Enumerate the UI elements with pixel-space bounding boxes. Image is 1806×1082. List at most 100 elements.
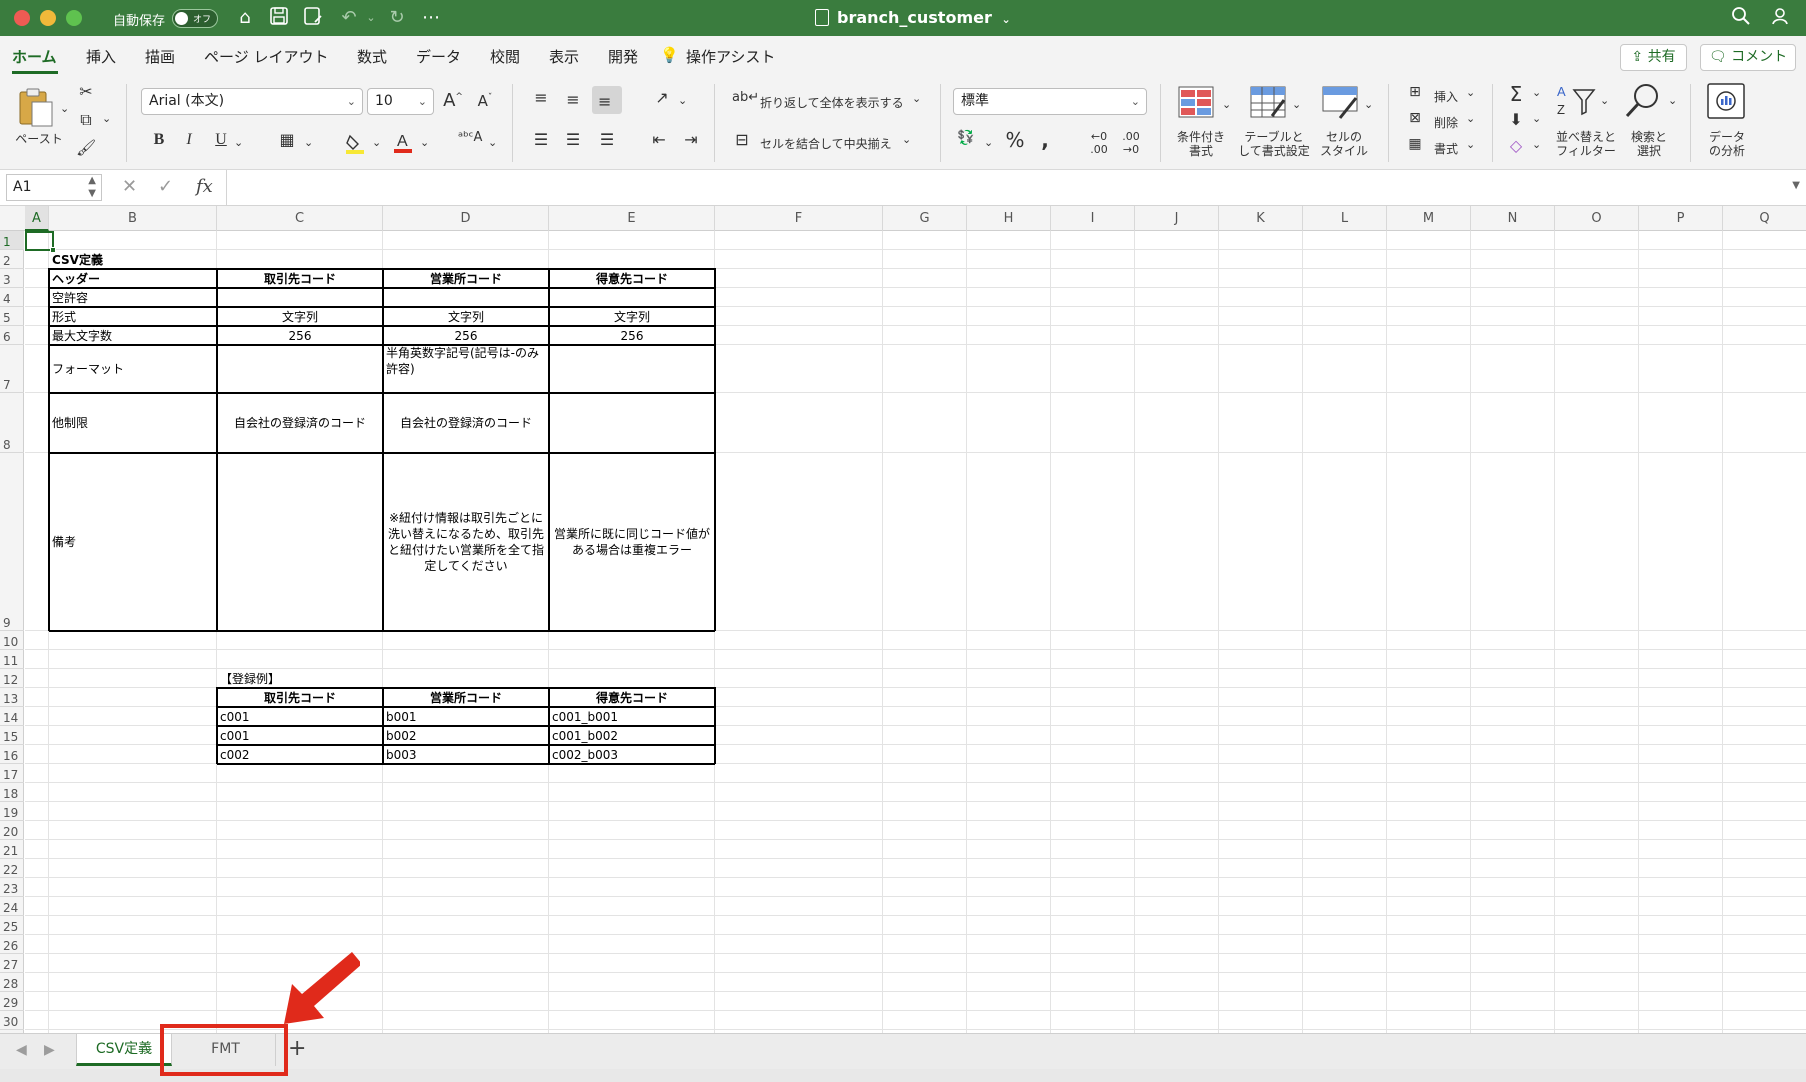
chevron-down-icon[interactable]: ⌄ bbox=[912, 92, 921, 105]
find-select-icon[interactable] bbox=[1624, 82, 1664, 120]
tab-formulas[interactable]: 数式 bbox=[357, 46, 387, 67]
close-window-button[interactable] bbox=[14, 10, 30, 26]
def-table-cell[interactable]: 文字列 bbox=[552, 307, 712, 326]
row-header-6[interactable]: 6 bbox=[0, 326, 24, 345]
stepper-icon[interactable]: ▲ ▼ bbox=[88, 174, 96, 200]
redo-icon[interactable]: ↻ bbox=[384, 6, 410, 30]
italic-button[interactable]: I bbox=[180, 131, 198, 149]
row-header-14[interactable]: 14 bbox=[0, 707, 24, 726]
sort-filter-icon[interactable]: AZ bbox=[1556, 82, 1596, 118]
row-header-20[interactable]: 20 bbox=[0, 821, 24, 840]
def-table-row-label[interactable]: 最大文字数 bbox=[52, 326, 214, 345]
example-table-cell[interactable]: c002_b003 bbox=[552, 745, 712, 764]
align-left-icon[interactable]: ☰ bbox=[530, 130, 552, 149]
def-table-row-label[interactable]: 備考 bbox=[52, 453, 214, 631]
chevron-down-icon[interactable]: ⌄ bbox=[1364, 98, 1373, 111]
def-table-row-label[interactable]: 空許容 bbox=[52, 288, 214, 307]
cell-styles-icon[interactable] bbox=[1322, 86, 1360, 120]
row-header-13[interactable]: 13 bbox=[0, 688, 24, 707]
font-color-icon[interactable]: A bbox=[392, 130, 414, 154]
def-table-header[interactable]: 営業所コード bbox=[386, 269, 546, 288]
chevron-down-icon[interactable]: ⌄ bbox=[60, 102, 69, 115]
chevron-down-icon[interactable]: ⌄ bbox=[1668, 94, 1677, 107]
row-header-8[interactable]: 8 bbox=[0, 393, 24, 453]
align-bottom-button[interactable]: ≡ bbox=[592, 86, 622, 114]
tab-review[interactable]: 校閲 bbox=[490, 46, 520, 67]
column-header-h[interactable]: H bbox=[967, 206, 1051, 231]
sheet-tab-csv-definition[interactable]: CSV定義 bbox=[76, 1034, 172, 1066]
example-table-cell[interactable]: c001 bbox=[220, 707, 380, 726]
fill-color-icon[interactable] bbox=[344, 132, 366, 154]
delete-cells-icon[interactable]: ⊠ bbox=[1404, 110, 1426, 126]
column-header-j[interactable]: J bbox=[1135, 206, 1219, 231]
def-table-header[interactable]: 取引先コード bbox=[220, 269, 380, 288]
chevron-down-icon[interactable]: ⌄ bbox=[488, 136, 497, 149]
column-header-i[interactable]: I bbox=[1051, 206, 1135, 231]
def-table-cell[interactable]: 256 bbox=[220, 326, 380, 345]
row-header-17[interactable]: 17 bbox=[0, 764, 24, 783]
phonetic-guide-icon[interactable]: ᵃᵇᶜA bbox=[458, 130, 482, 145]
csv-definition-title[interactable]: CSV定義 bbox=[52, 250, 214, 269]
merge-center-icon[interactable]: ⊟ bbox=[732, 130, 752, 149]
tab-page-layout[interactable]: ページ レイアウト bbox=[204, 46, 328, 67]
autosave-toggle[interactable]: オフ bbox=[172, 9, 218, 28]
chevron-down-icon[interactable]: ⌄ bbox=[1466, 86, 1475, 99]
increase-indent-icon[interactable]: ⇥ bbox=[680, 130, 702, 149]
def-table-row-label[interactable]: 他制限 bbox=[52, 393, 214, 453]
comment-button[interactable]: 🗨 コメント bbox=[1700, 44, 1796, 71]
example-title[interactable]: 【登録例】 bbox=[220, 669, 380, 688]
wrap-text-button[interactable]: 折り返して全体を表示する bbox=[760, 94, 904, 111]
row-header-18[interactable]: 18 bbox=[0, 783, 24, 802]
align-center-icon[interactable]: ☰ bbox=[562, 130, 584, 149]
add-sheet-button[interactable]: + bbox=[288, 1036, 306, 1061]
column-header-d[interactable]: D bbox=[383, 206, 549, 231]
save-as-icon[interactable] bbox=[300, 6, 326, 30]
account-icon[interactable] bbox=[1768, 6, 1794, 30]
orientation-icon[interactable]: ↗ bbox=[650, 88, 674, 107]
tab-home[interactable]: ホーム bbox=[12, 46, 57, 67]
chevron-down-icon[interactable]: ⌄ bbox=[1532, 138, 1541, 151]
example-table-cell[interactable]: b003 bbox=[386, 745, 546, 764]
tab-data[interactable]: データ bbox=[416, 46, 461, 67]
example-table-cell[interactable]: c001_b002 bbox=[552, 726, 712, 745]
chevron-down-icon[interactable]: ⌄ bbox=[1532, 86, 1541, 99]
format-cells-icon[interactable]: ▦ bbox=[1404, 136, 1426, 152]
def-table-cell[interactable]: 自会社の登録済のコード bbox=[386, 393, 546, 453]
tab-developer[interactable]: 開発 bbox=[608, 46, 638, 67]
chevron-down-icon[interactable]: ⌄ bbox=[102, 112, 111, 125]
tab-tell-me[interactable]: 操作アシスト bbox=[686, 46, 775, 67]
comma-style-icon[interactable]: , bbox=[1038, 128, 1052, 152]
increase-decimal-icon[interactable]: ←0.00 bbox=[1086, 130, 1112, 156]
chevron-down-icon[interactable]: ⌄ bbox=[984, 136, 993, 149]
chevron-down-icon[interactable]: ⌄ bbox=[234, 136, 243, 149]
row-header-21[interactable]: 21 bbox=[0, 840, 24, 859]
clear-icon[interactable]: ◇ bbox=[1506, 136, 1526, 155]
decrease-decimal-icon[interactable]: .00 →0 bbox=[1118, 130, 1144, 156]
example-table-cell[interactable]: c001_b001 bbox=[552, 707, 712, 726]
column-header-f[interactable]: F bbox=[715, 206, 883, 231]
column-header-b[interactable]: B bbox=[49, 206, 217, 231]
column-header-n[interactable]: N bbox=[1471, 206, 1555, 231]
chevron-down-icon[interactable]: ⌄ bbox=[1466, 138, 1475, 151]
align-top-icon[interactable]: ≡ bbox=[530, 88, 552, 107]
column-header-m[interactable]: M bbox=[1387, 206, 1471, 231]
example-table-cell[interactable]: b002 bbox=[386, 726, 546, 745]
format-cells-button[interactable]: 書式 bbox=[1434, 140, 1458, 157]
format-painter-icon[interactable]: 🖌 bbox=[76, 138, 96, 157]
row-header-27[interactable]: 27 bbox=[0, 954, 24, 973]
def-table-cell[interactable] bbox=[220, 345, 380, 393]
def-table-cell[interactable]: 自会社の登録済のコード bbox=[220, 393, 380, 453]
column-header-e[interactable]: E bbox=[549, 206, 715, 231]
chevron-down-icon[interactable]: ⌄ bbox=[358, 6, 384, 30]
def-table-cell[interactable] bbox=[552, 345, 712, 393]
row-header-7[interactable]: 7 bbox=[0, 345, 24, 393]
example-table-header[interactable]: 営業所コード bbox=[386, 688, 546, 707]
def-table-cell[interactable] bbox=[220, 288, 380, 307]
row-header-30[interactable]: 30 bbox=[0, 1011, 24, 1030]
row-header-15[interactable]: 15 bbox=[0, 726, 24, 745]
format-as-table-label[interactable]: テーブルと して書式設定 bbox=[1234, 130, 1314, 158]
def-table-cell[interactable] bbox=[552, 288, 712, 307]
def-table-row-label[interactable]: フォーマット bbox=[52, 345, 214, 393]
chevron-down-icon[interactable]: ⌄ bbox=[678, 94, 687, 107]
analyze-data-label[interactable]: データ の分析 bbox=[1700, 130, 1754, 158]
